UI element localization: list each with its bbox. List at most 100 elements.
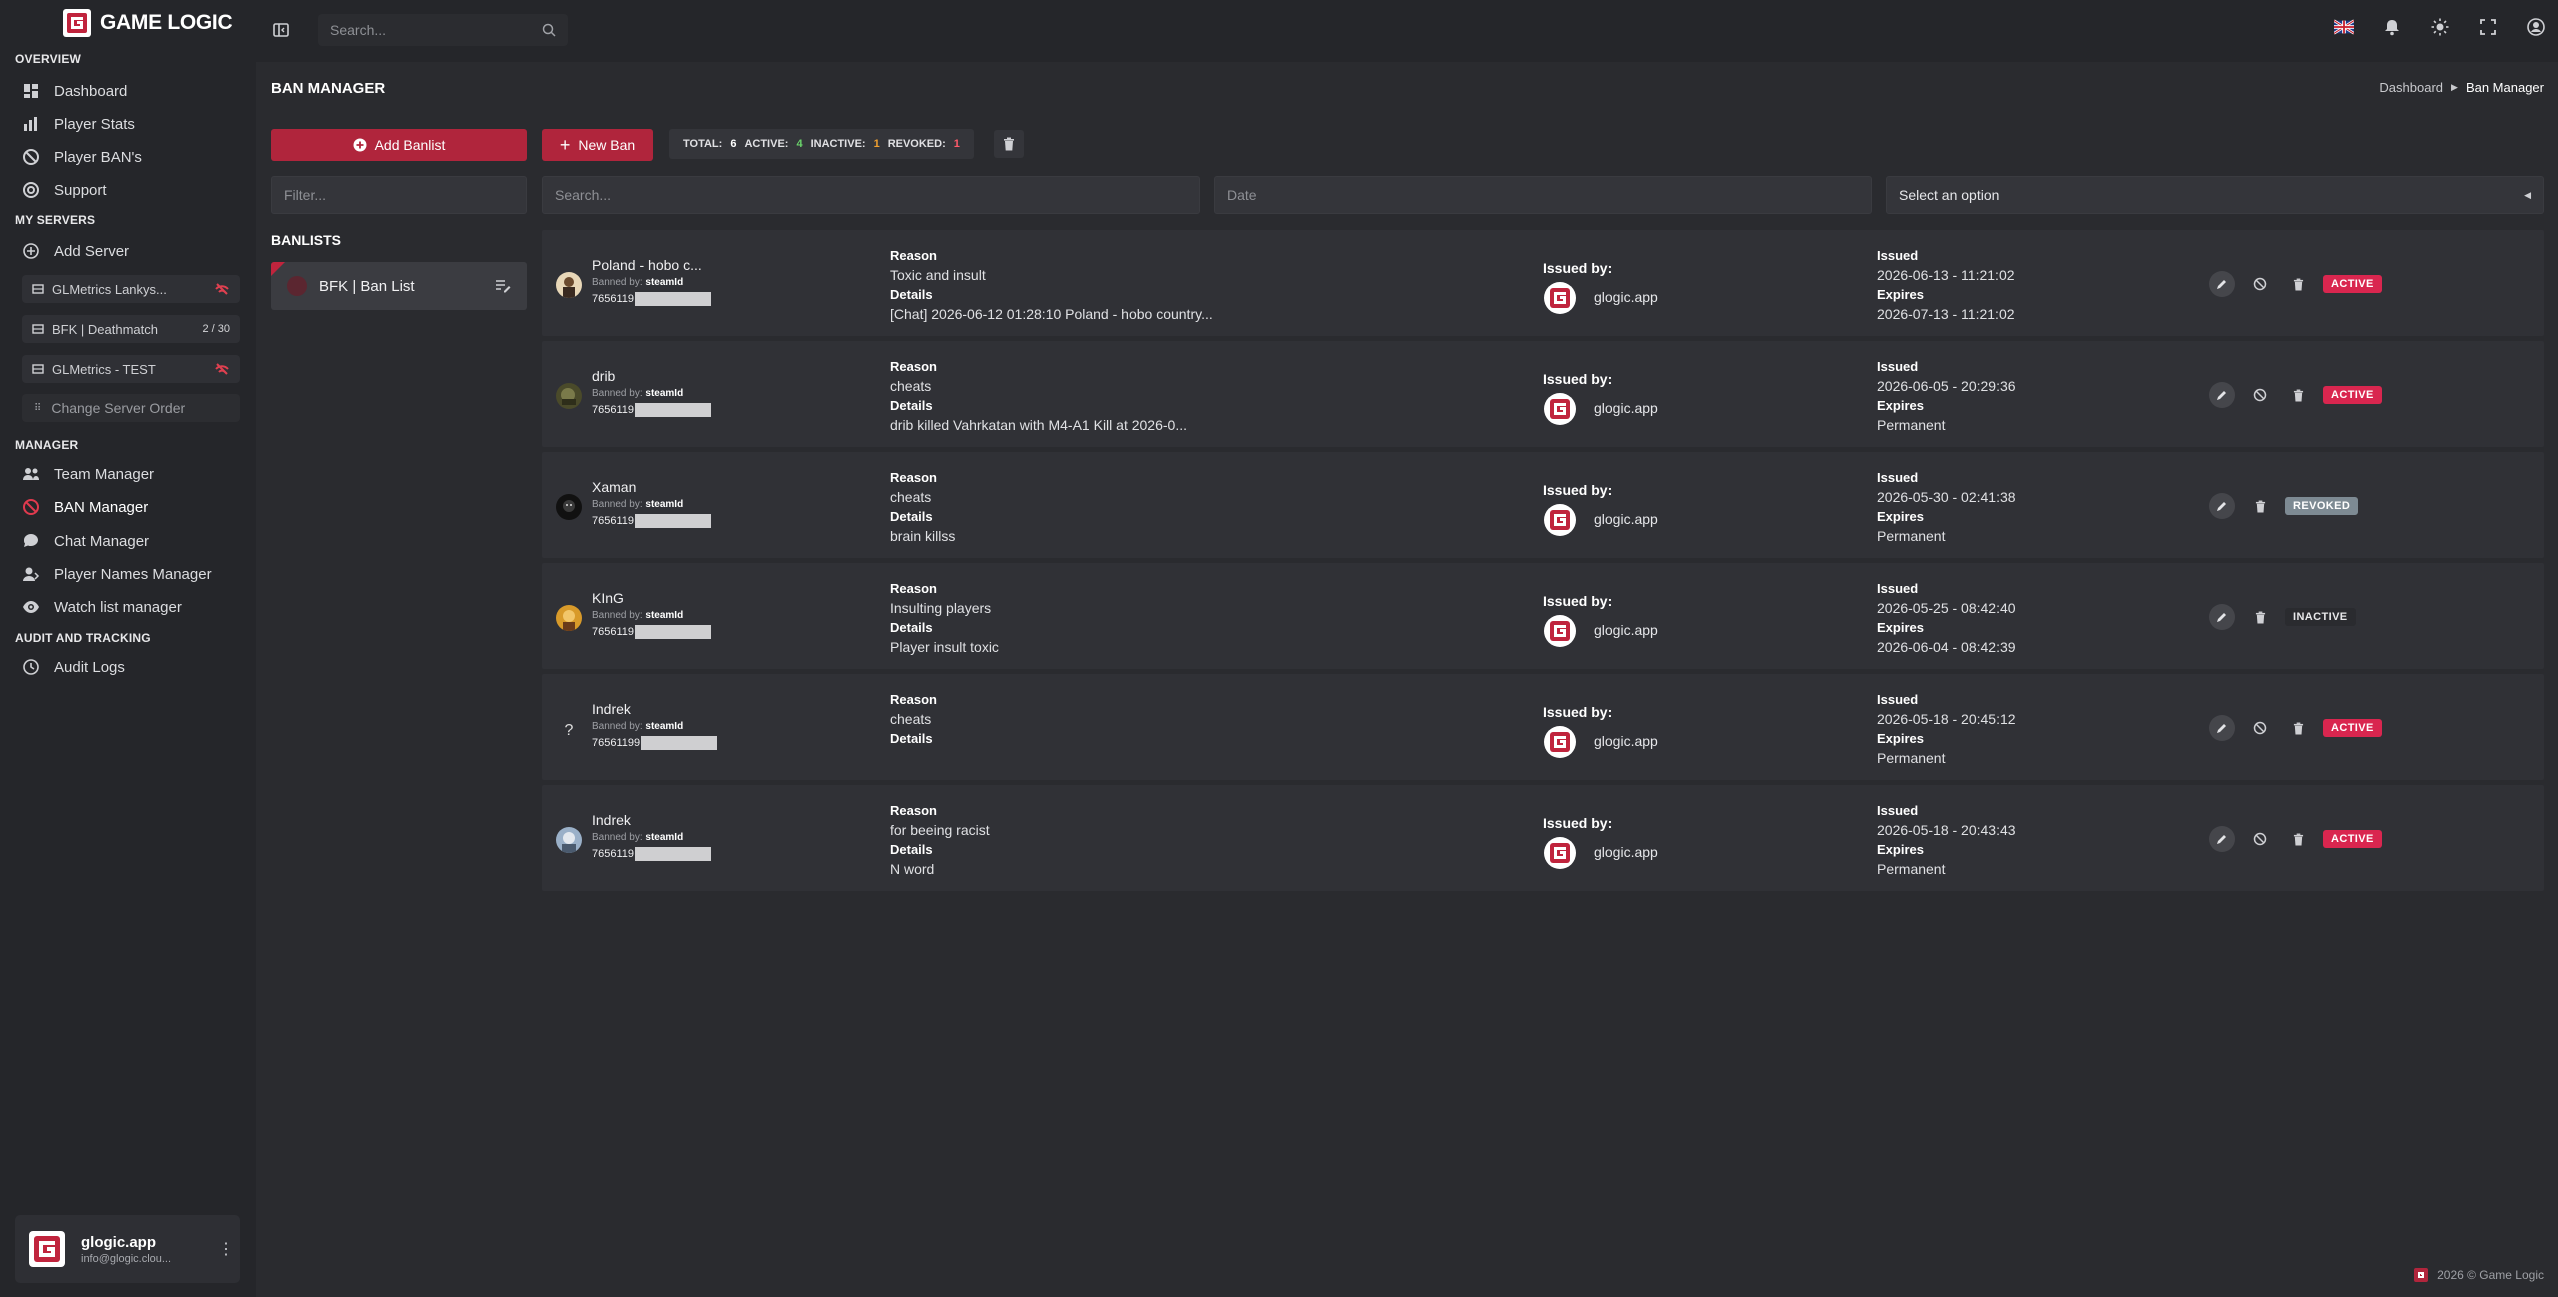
banlist-item[interactable]: BFK | Ban List (271, 262, 527, 310)
new-ban-button[interactable]: + New Ban (542, 129, 653, 161)
revoke-button[interactable] (2247, 382, 2273, 408)
server-icon (32, 324, 44, 334)
issuer-name: glogic.app (1594, 400, 1658, 416)
brand[interactable]: GAME LOGIC (62, 8, 233, 38)
player-name[interactable]: Indrek (592, 812, 631, 828)
sidebar-item-dashboard[interactable]: Dashboard (22, 80, 127, 102)
search-icon[interactable] (542, 23, 556, 37)
eye-icon (23, 601, 39, 613)
dates-block: Issued 2026-06-13 - 11:21:02 Expires 2026-0… (1877, 246, 2015, 324)
offline-icon (215, 283, 229, 295)
uk-flag-icon[interactable] (2334, 17, 2354, 37)
row-actions: REVOKED (2209, 493, 2359, 519)
issued-label: Issued (1877, 692, 1919, 707)
ban-row[interactable]: drib Banned by: steamId 7656119 Reason cheat… (542, 341, 2544, 447)
trash-icon (2255, 611, 2265, 623)
details-value: drib killed Vahrkatan with M4-A1 Kill at… (890, 416, 1187, 433)
player-name[interactable]: drib (592, 368, 615, 384)
selected-marker (271, 262, 285, 276)
status-select[interactable]: Select an option ◀ (1886, 176, 2544, 214)
sidebar-item-label: Player Names Manager (54, 565, 212, 583)
edit-button[interactable] (2209, 715, 2235, 741)
ban-row[interactable]: ? Indrek Banned by: steamId 76561199 Reason c… (542, 674, 2544, 780)
banned-by: Banned by: steamId (592, 610, 683, 621)
edit-button[interactable] (2209, 604, 2235, 630)
delete-button[interactable] (2285, 271, 2311, 297)
sidebar-item-support[interactable]: Support (22, 179, 107, 201)
issued-by-label: Issued by: (1543, 260, 1613, 276)
player-name[interactable]: Indrek (592, 701, 631, 717)
banlist-filter-input[interactable] (284, 187, 514, 203)
banned-by: Banned by: steamId (592, 277, 683, 288)
banned-by-label: Banned by: (592, 832, 643, 843)
banned-by-value: steamId (645, 610, 684, 621)
add-banlist-button[interactable]: Add Banlist (271, 129, 527, 161)
issued-by-label: Issued by: (1543, 482, 1613, 498)
edit-button[interactable] (2209, 493, 2235, 519)
sidebar-item-ban-manager[interactable]: BAN Manager (22, 496, 148, 518)
player-name[interactable]: KInG (592, 590, 624, 606)
breadcrumb-dashboard[interactable]: Dashboard (2379, 80, 2443, 95)
sidebar-item-player-stats[interactable]: Player Stats (22, 113, 135, 135)
edit-button[interactable] (2209, 271, 2235, 297)
sidebar-toggle-icon[interactable] (271, 20, 291, 40)
caret-left-icon: ◀ (2524, 189, 2531, 200)
ban-row[interactable]: Xaman Banned by: steamId 7656119 Reason chea… (542, 452, 2544, 558)
server-item-glmetrics-lankys[interactable]: GLMetrics Lankys... (22, 275, 240, 303)
add-server-button[interactable]: Add Server (22, 240, 129, 262)
server-item-bfk-deathmatch[interactable]: BFK | Deathmatch 2 / 30 (22, 315, 240, 343)
date-filter-input[interactable] (1227, 187, 1859, 203)
server-item-glmetrics-test[interactable]: GLMetrics - TEST (22, 355, 240, 383)
revoke-button[interactable] (2247, 826, 2273, 852)
delete-button[interactable] (2285, 715, 2311, 741)
account-icon[interactable] (2526, 17, 2546, 37)
player-name[interactable]: Xaman (592, 479, 636, 495)
pencil-icon (2217, 613, 2226, 622)
ban-search (542, 176, 1200, 214)
user-card[interactable]: glogic.app info@glogic.clou... ⋮ (15, 1215, 240, 1283)
player-avatar (556, 605, 582, 631)
edit-button[interactable] (2209, 826, 2235, 852)
delete-button[interactable] (2247, 493, 2273, 519)
edit-button[interactable] (2209, 382, 2235, 408)
expires-label: Expires (1877, 620, 1924, 635)
banlists-title: BANLISTS (271, 232, 341, 248)
ban-stats: TOTAL: 6 ACTIVE: 4 INACTIVE: 1 REVOKED: … (669, 129, 974, 159)
bulk-delete-button[interactable] (994, 130, 1024, 158)
ban-row[interactable]: Poland - hobo c... Banned by: steamId 7656… (542, 230, 2544, 336)
delete-button[interactable] (2247, 604, 2273, 630)
sidebar-item-player-names-manager[interactable]: Player Names Manager (22, 563, 212, 585)
stat-inactive: 1 (873, 138, 880, 150)
reason-block: Reason Toxic and insult Details [Chat] 2026… (890, 246, 1213, 324)
delete-button[interactable] (2285, 382, 2311, 408)
sidebar-item-audit-logs[interactable]: Audit Logs (22, 656, 125, 678)
more-menu-icon[interactable]: ⋮ (218, 1239, 234, 1259)
top-search-input[interactable] (330, 22, 510, 38)
dates-block: Issued 2026-05-25 - 08:42:40 Expires 2026-0… (1877, 579, 2016, 657)
edit-list-icon[interactable] (495, 279, 511, 293)
section-my-servers: MY SERVERS (15, 213, 96, 227)
theme-sun-icon[interactable] (2430, 17, 2450, 37)
issued-label: Issued (1877, 470, 1919, 485)
sidebar-item-chat-manager[interactable]: Chat Manager (22, 530, 149, 552)
sidebar-item-team-manager[interactable]: Team Manager (22, 463, 154, 485)
user-email: info@glogic.clou... (81, 1252, 172, 1265)
sidebar-item-watch-list-manager[interactable]: Watch list manager (22, 596, 182, 618)
ban-search-input[interactable] (555, 187, 1187, 203)
fullscreen-icon[interactable] (2478, 17, 2498, 37)
reason-block: Reason cheats Details (890, 690, 937, 749)
sidebar-item-player-bans[interactable]: Player BAN's (22, 146, 142, 168)
player-avatar (556, 383, 582, 409)
stat-total: 6 (730, 138, 737, 150)
expires-label: Expires (1877, 731, 1924, 746)
revoke-button[interactable] (2247, 715, 2273, 741)
change-server-order-button[interactable]: ⠿ Change Server Order (22, 394, 240, 422)
stat-active: 4 (796, 138, 803, 150)
ban-row[interactable]: KInG Banned by: steamId 7656119 Reason Insul… (542, 563, 2544, 669)
player-name[interactable]: Poland - hobo c... (592, 257, 702, 273)
revoke-button[interactable] (2247, 271, 2273, 297)
brand-name: GAME LOGIC (100, 11, 233, 34)
bell-icon[interactable] (2382, 17, 2402, 37)
ban-row[interactable]: Indrek Banned by: steamId 7656119 Reason for… (542, 785, 2544, 891)
delete-button[interactable] (2285, 826, 2311, 852)
